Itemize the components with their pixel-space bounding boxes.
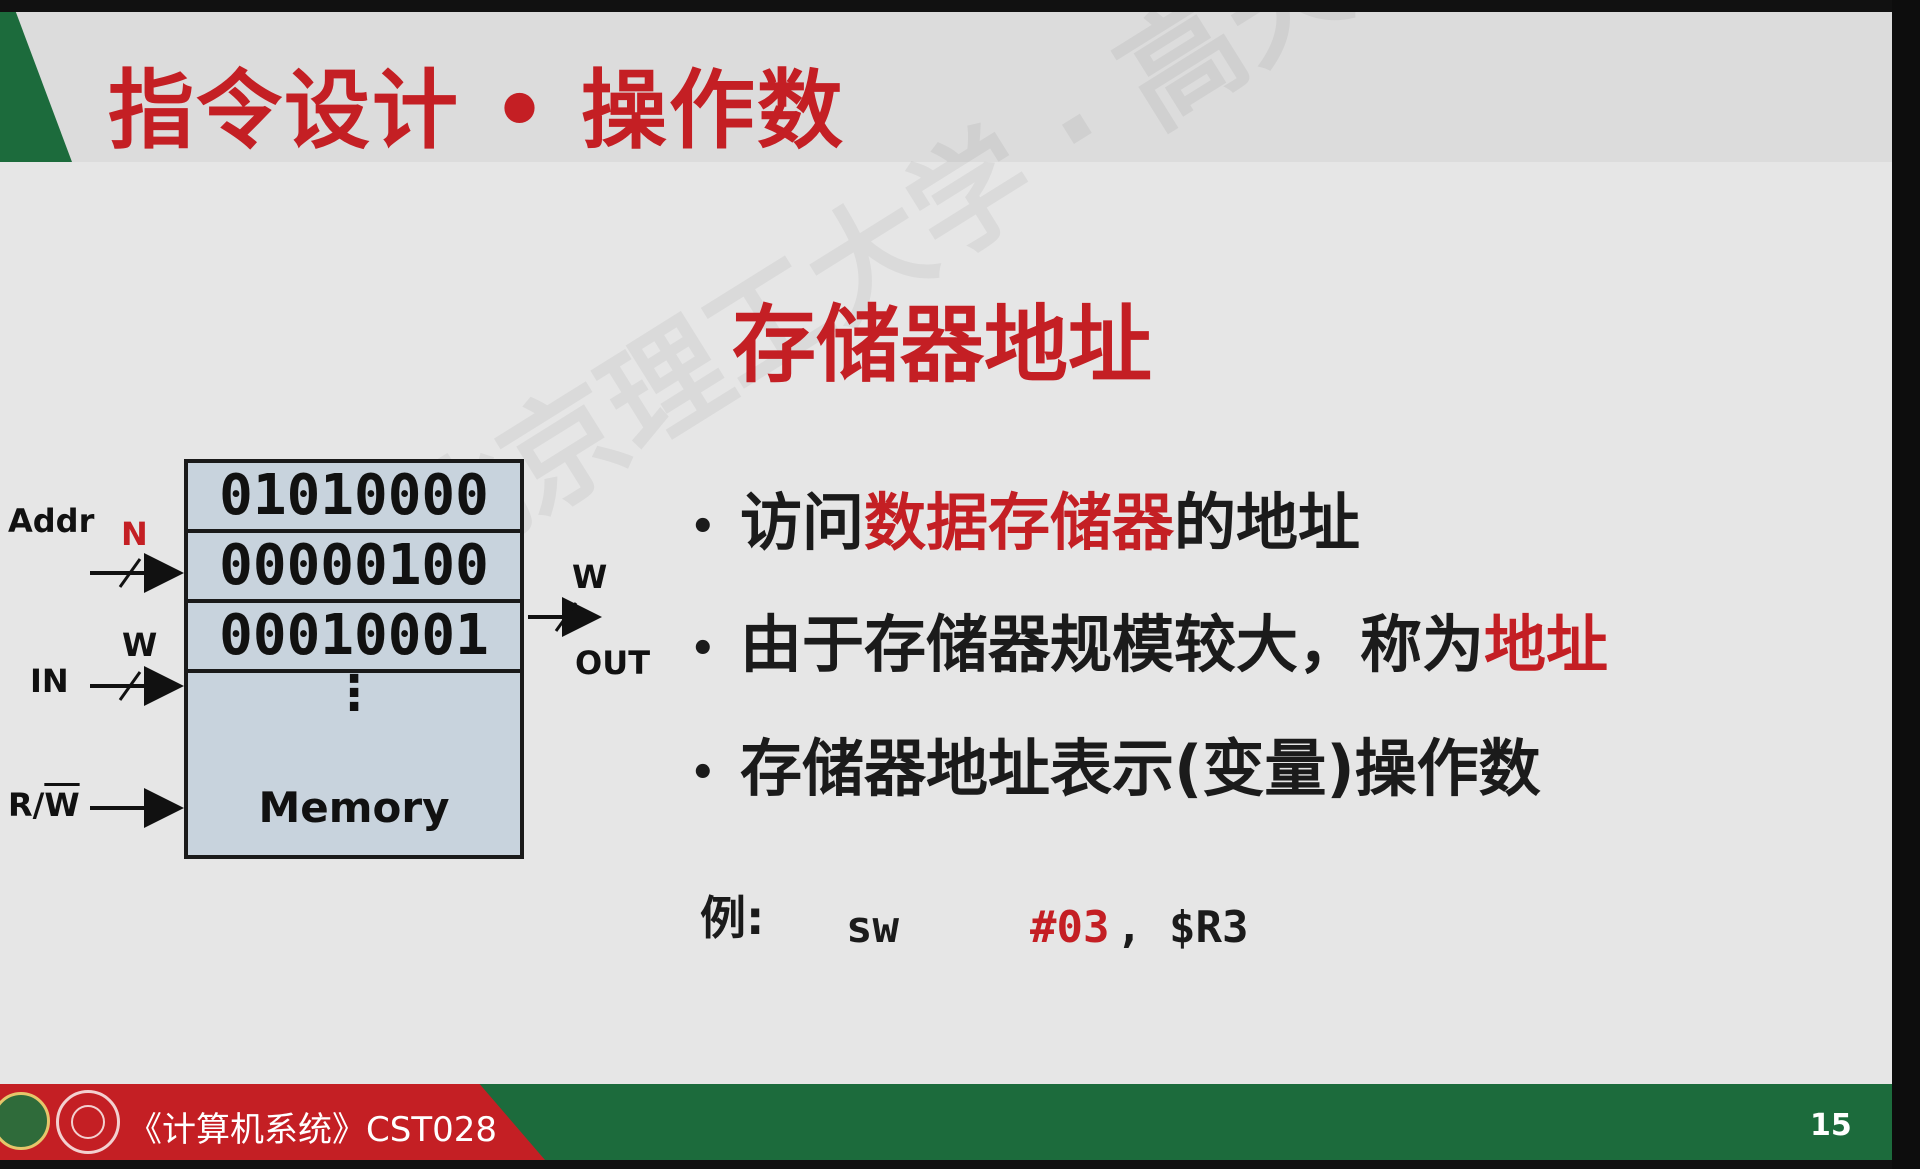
bullet-2: • 由于存储器规模较大，称为地址	[690, 594, 1608, 684]
pin-out-label: OUT	[575, 644, 651, 682]
memory-block: 01010000 00000100 00010001 ⋮ Memory	[184, 459, 524, 859]
memory-row: 00010001	[188, 603, 520, 673]
page-number: 15	[1810, 1108, 1852, 1143]
in-bus-slash	[118, 671, 142, 701]
slide: 指令设计 • 操作数 北京理工大学 · 高天 存储器地址 • 访问数据存储器的地址…	[0, 12, 1892, 1160]
memory-row: 00000100	[188, 533, 520, 603]
addr-bus-slash	[118, 558, 142, 588]
bullet-2-seg-1: 地址	[1484, 608, 1609, 681]
bullet-dot: •	[690, 625, 716, 672]
example-immediate: #03	[1030, 902, 1110, 953]
pin-addr-label: Addr	[8, 502, 95, 540]
bullet-1-seg-1: 数据存储器	[864, 486, 1175, 559]
course-name: 《计算机系统》CST028	[128, 1110, 497, 1150]
pin-rw-label: R/W	[8, 786, 80, 824]
out-bus-slash	[554, 602, 578, 632]
bullet-1: • 访问数据存储器的地址	[690, 472, 1360, 562]
screen-edge	[1892, 0, 1920, 1169]
memory-row: 01010000	[188, 463, 520, 533]
pin-rw-w: W	[44, 786, 80, 824]
memory-ellipsis: ⋮	[330, 665, 378, 721]
example-label: 例:	[700, 891, 765, 945]
pin-w-in-label: W	[122, 626, 158, 664]
pin-rw-r: R/	[8, 786, 45, 824]
example-opcode: sw	[846, 902, 899, 953]
slide-title: 指令设计 • 操作数	[108, 61, 845, 161]
bullet-2-seg-0: 由于存储器规模较大，称为	[740, 608, 1485, 681]
example-register: , $R3	[1116, 902, 1249, 953]
bullet-3: • 存储器地址表示(变量)操作数	[690, 718, 1541, 808]
pin-w-out-label: W	[572, 558, 608, 596]
slide-subtitle: 存储器地址	[732, 296, 1153, 394]
bullet-dot: •	[690, 503, 716, 550]
bullet-dot: •	[690, 749, 716, 796]
bullet-1-seg-0: 访问	[740, 486, 865, 559]
pin-n-label: N	[121, 515, 148, 553]
school-seal-icon	[56, 1090, 120, 1154]
pin-in-label: IN	[30, 662, 69, 700]
bullet-3-seg-0: 存储器地址表示(变量)操作数	[740, 732, 1541, 805]
bullet-1-seg-2: 的地址	[1174, 486, 1361, 559]
memory-label: Memory	[258, 783, 450, 832]
